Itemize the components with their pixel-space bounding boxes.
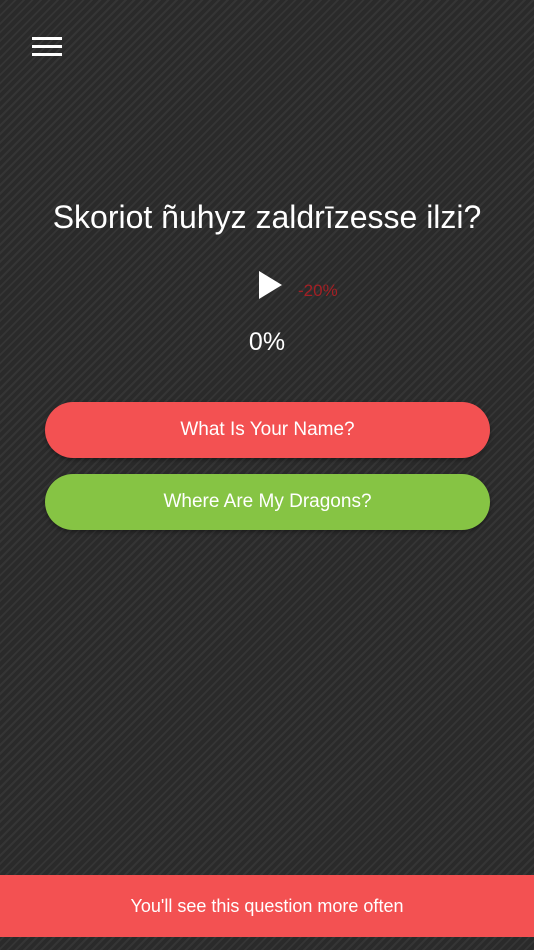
toast-notification: You'll see this question more often — [0, 875, 534, 937]
menu-bar — [32, 45, 62, 48]
menu-bar — [32, 53, 62, 56]
progress-percentage: 0% — [248, 328, 286, 356]
answer-button-1[interactable]: What Is Your Name? — [45, 402, 490, 458]
answer-label: Where Are My Dragons? — [163, 491, 372, 512]
menu-bar — [32, 37, 62, 40]
toast-message: You'll see this question more often — [130, 895, 404, 916]
hamburger-menu-icon[interactable] — [32, 37, 62, 57]
answer-label: What Is Your Name? — [180, 419, 355, 440]
answer-button-2[interactable]: Where Are My Dragons? — [45, 474, 490, 530]
question-text: Skoriot ñuhyz zaldrīzesse ilzi? — [52, 199, 482, 235]
play-icon[interactable] — [257, 270, 283, 300]
playback-speed-label[interactable]: -20% — [298, 281, 338, 301]
